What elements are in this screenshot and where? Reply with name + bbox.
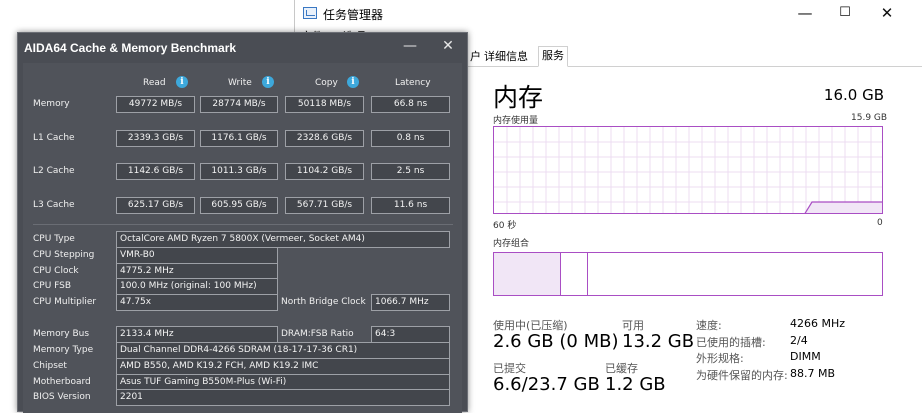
- chipset-label: Chipset: [33, 361, 67, 371]
- composition-divider: [587, 253, 588, 295]
- bios-version-value: 2201: [116, 389, 450, 406]
- composition-label: 内存组合: [493, 239, 530, 249]
- form-factor-value: DIMM: [790, 350, 821, 363]
- row-l1-label: L1 Cache: [33, 133, 75, 143]
- maximize-button[interactable]: ☐: [825, 0, 865, 28]
- aida-minimize-button[interactable]: —: [400, 36, 420, 56]
- row-l2-label: L2 Cache: [33, 166, 75, 176]
- chipset-value: AMD B550, AMD K19.2 FCH, AMD K19.2 IMC: [116, 358, 450, 375]
- memory-read-value: 49772 MB/s: [116, 96, 195, 113]
- row-memory-label: Memory: [33, 99, 70, 109]
- task-manager-titlebar[interactable]: 任务管理器 — ☐ ✕: [295, 0, 922, 28]
- l1-copy-value: 2328.6 GB/s: [285, 130, 364, 147]
- speed-label: 速度:: [696, 319, 722, 332]
- cpu-multiplier-value: 47.75x: [116, 294, 278, 311]
- slots-label: 已使用的插槽:: [696, 336, 766, 349]
- l3-latency-value: 11.6 ns: [371, 197, 450, 214]
- aida-title: AIDA64 Cache & Memory Benchmark: [24, 41, 237, 55]
- l3-copy-value: 567.71 GB/s: [285, 197, 364, 214]
- time-right-label: 0: [877, 218, 883, 228]
- nb-clock-value: 1066.7 MHz: [371, 294, 450, 311]
- dram-ratio-label: DRAM:FSB Ratio: [281, 329, 354, 339]
- committed-value: 6.6/23.7 GB: [493, 374, 600, 395]
- l2-write-value: 1011.3 GB/s: [200, 163, 278, 180]
- cpu-multiplier-label: CPU Multiplier: [33, 297, 97, 307]
- col-header-copy: Copy: [315, 78, 338, 88]
- motherboard-label: Motherboard: [33, 377, 91, 387]
- col-header-write: Write: [228, 78, 252, 88]
- cpu-type-label: CPU Type: [33, 234, 75, 244]
- separator: [33, 224, 453, 225]
- composition-in-use: [494, 253, 561, 295]
- reserved-label: 为硬件保留的内存:: [696, 369, 788, 382]
- memory-composition-bar: [493, 252, 883, 296]
- l1-write-value: 1176.1 GB/s: [200, 130, 278, 147]
- row-l3-label: L3 Cache: [33, 200, 75, 210]
- usage-graph-area: [805, 202, 882, 213]
- memory-type-label: Memory Type: [33, 345, 94, 355]
- tab-services[interactable]: 服务: [538, 46, 568, 67]
- cpu-fsb-label: CPU FSB: [33, 281, 72, 291]
- l2-latency-value: 2.5 ns: [371, 163, 450, 180]
- l3-read-value: 625.17 GB/s: [116, 197, 195, 214]
- l3-write-value: 605.95 GB/s: [200, 197, 278, 214]
- write-info-icon[interactable]: i: [262, 76, 274, 88]
- memory-type-value: Dual Channel DDR4-4266 SDRAM (18-17-17-3…: [116, 342, 450, 359]
- memory-bus-value: 2133.4 MHz: [116, 326, 278, 343]
- usage-graph-svg: [494, 127, 882, 213]
- available-value: 13.2 GB: [622, 331, 695, 352]
- usage-max: 15.9 GB: [851, 113, 888, 123]
- aida-close-button[interactable]: ✕: [438, 36, 458, 56]
- time-left-label: 60 秒: [493, 221, 517, 231]
- minimize-button[interactable]: —: [785, 0, 825, 28]
- cpu-stepping-value: VMR-B0: [116, 247, 278, 264]
- memory-total: 16.0 GB: [823, 86, 884, 104]
- cpu-clock-label: CPU Clock: [33, 266, 79, 276]
- memory-latency-value: 66.8 ns: [371, 96, 450, 113]
- bios-version-label: BIOS Version: [33, 392, 91, 402]
- l2-copy-value: 1104.2 GB/s: [285, 163, 364, 180]
- col-header-read: Read: [143, 78, 166, 88]
- form-factor-label: 外形规格:: [696, 352, 744, 365]
- memory-bus-label: Memory Bus: [33, 329, 90, 339]
- memory-copy-value: 50118 MB/s: [285, 96, 364, 113]
- read-info-icon[interactable]: i: [176, 76, 188, 88]
- usage-label: 内存使用量: [493, 116, 539, 126]
- cpu-stepping-label: CPU Stepping: [33, 250, 95, 260]
- copy-info-icon[interactable]: i: [347, 76, 359, 88]
- close-button[interactable]: ✕: [867, 0, 907, 28]
- slots-value: 2/4: [790, 334, 808, 347]
- speed-value: 4266 MHz: [790, 317, 846, 330]
- task-manager-app-icon: [303, 7, 317, 19]
- l1-latency-value: 0.8 ns: [371, 130, 450, 147]
- dram-ratio-value: 64:3: [371, 326, 450, 343]
- aida-content: Read i Write i Copy i Latency Memory 497…: [23, 63, 462, 413]
- in-use-value: 2.6 GB (0 MB): [493, 331, 619, 352]
- l1-read-value: 2339.3 GB/s: [116, 130, 195, 147]
- memory-title: 内存: [493, 83, 544, 112]
- cpu-type-value: OctalCore AMD Ryzen 7 5800X (Vermeer, So…: [116, 231, 450, 248]
- cpu-fsb-value: 100.0 MHz (original: 100 MHz): [116, 278, 278, 295]
- reserved-value: 88.7 MB: [790, 367, 836, 380]
- task-manager-title: 任务管理器: [323, 8, 384, 22]
- col-header-latency: Latency: [395, 78, 431, 88]
- aida64-benchmark-window: AIDA64 Cache & Memory Benchmark — ✕ Read…: [17, 32, 468, 413]
- nb-clock-label: North Bridge Clock: [281, 297, 366, 307]
- memory-usage-graph: [493, 126, 883, 214]
- memory-write-value: 28774 MB/s: [200, 96, 278, 113]
- l2-read-value: 1142.6 GB/s: [116, 163, 195, 180]
- cached-value: 1.2 GB: [605, 374, 666, 395]
- tab-details[interactable]: 详细信息: [481, 48, 531, 64]
